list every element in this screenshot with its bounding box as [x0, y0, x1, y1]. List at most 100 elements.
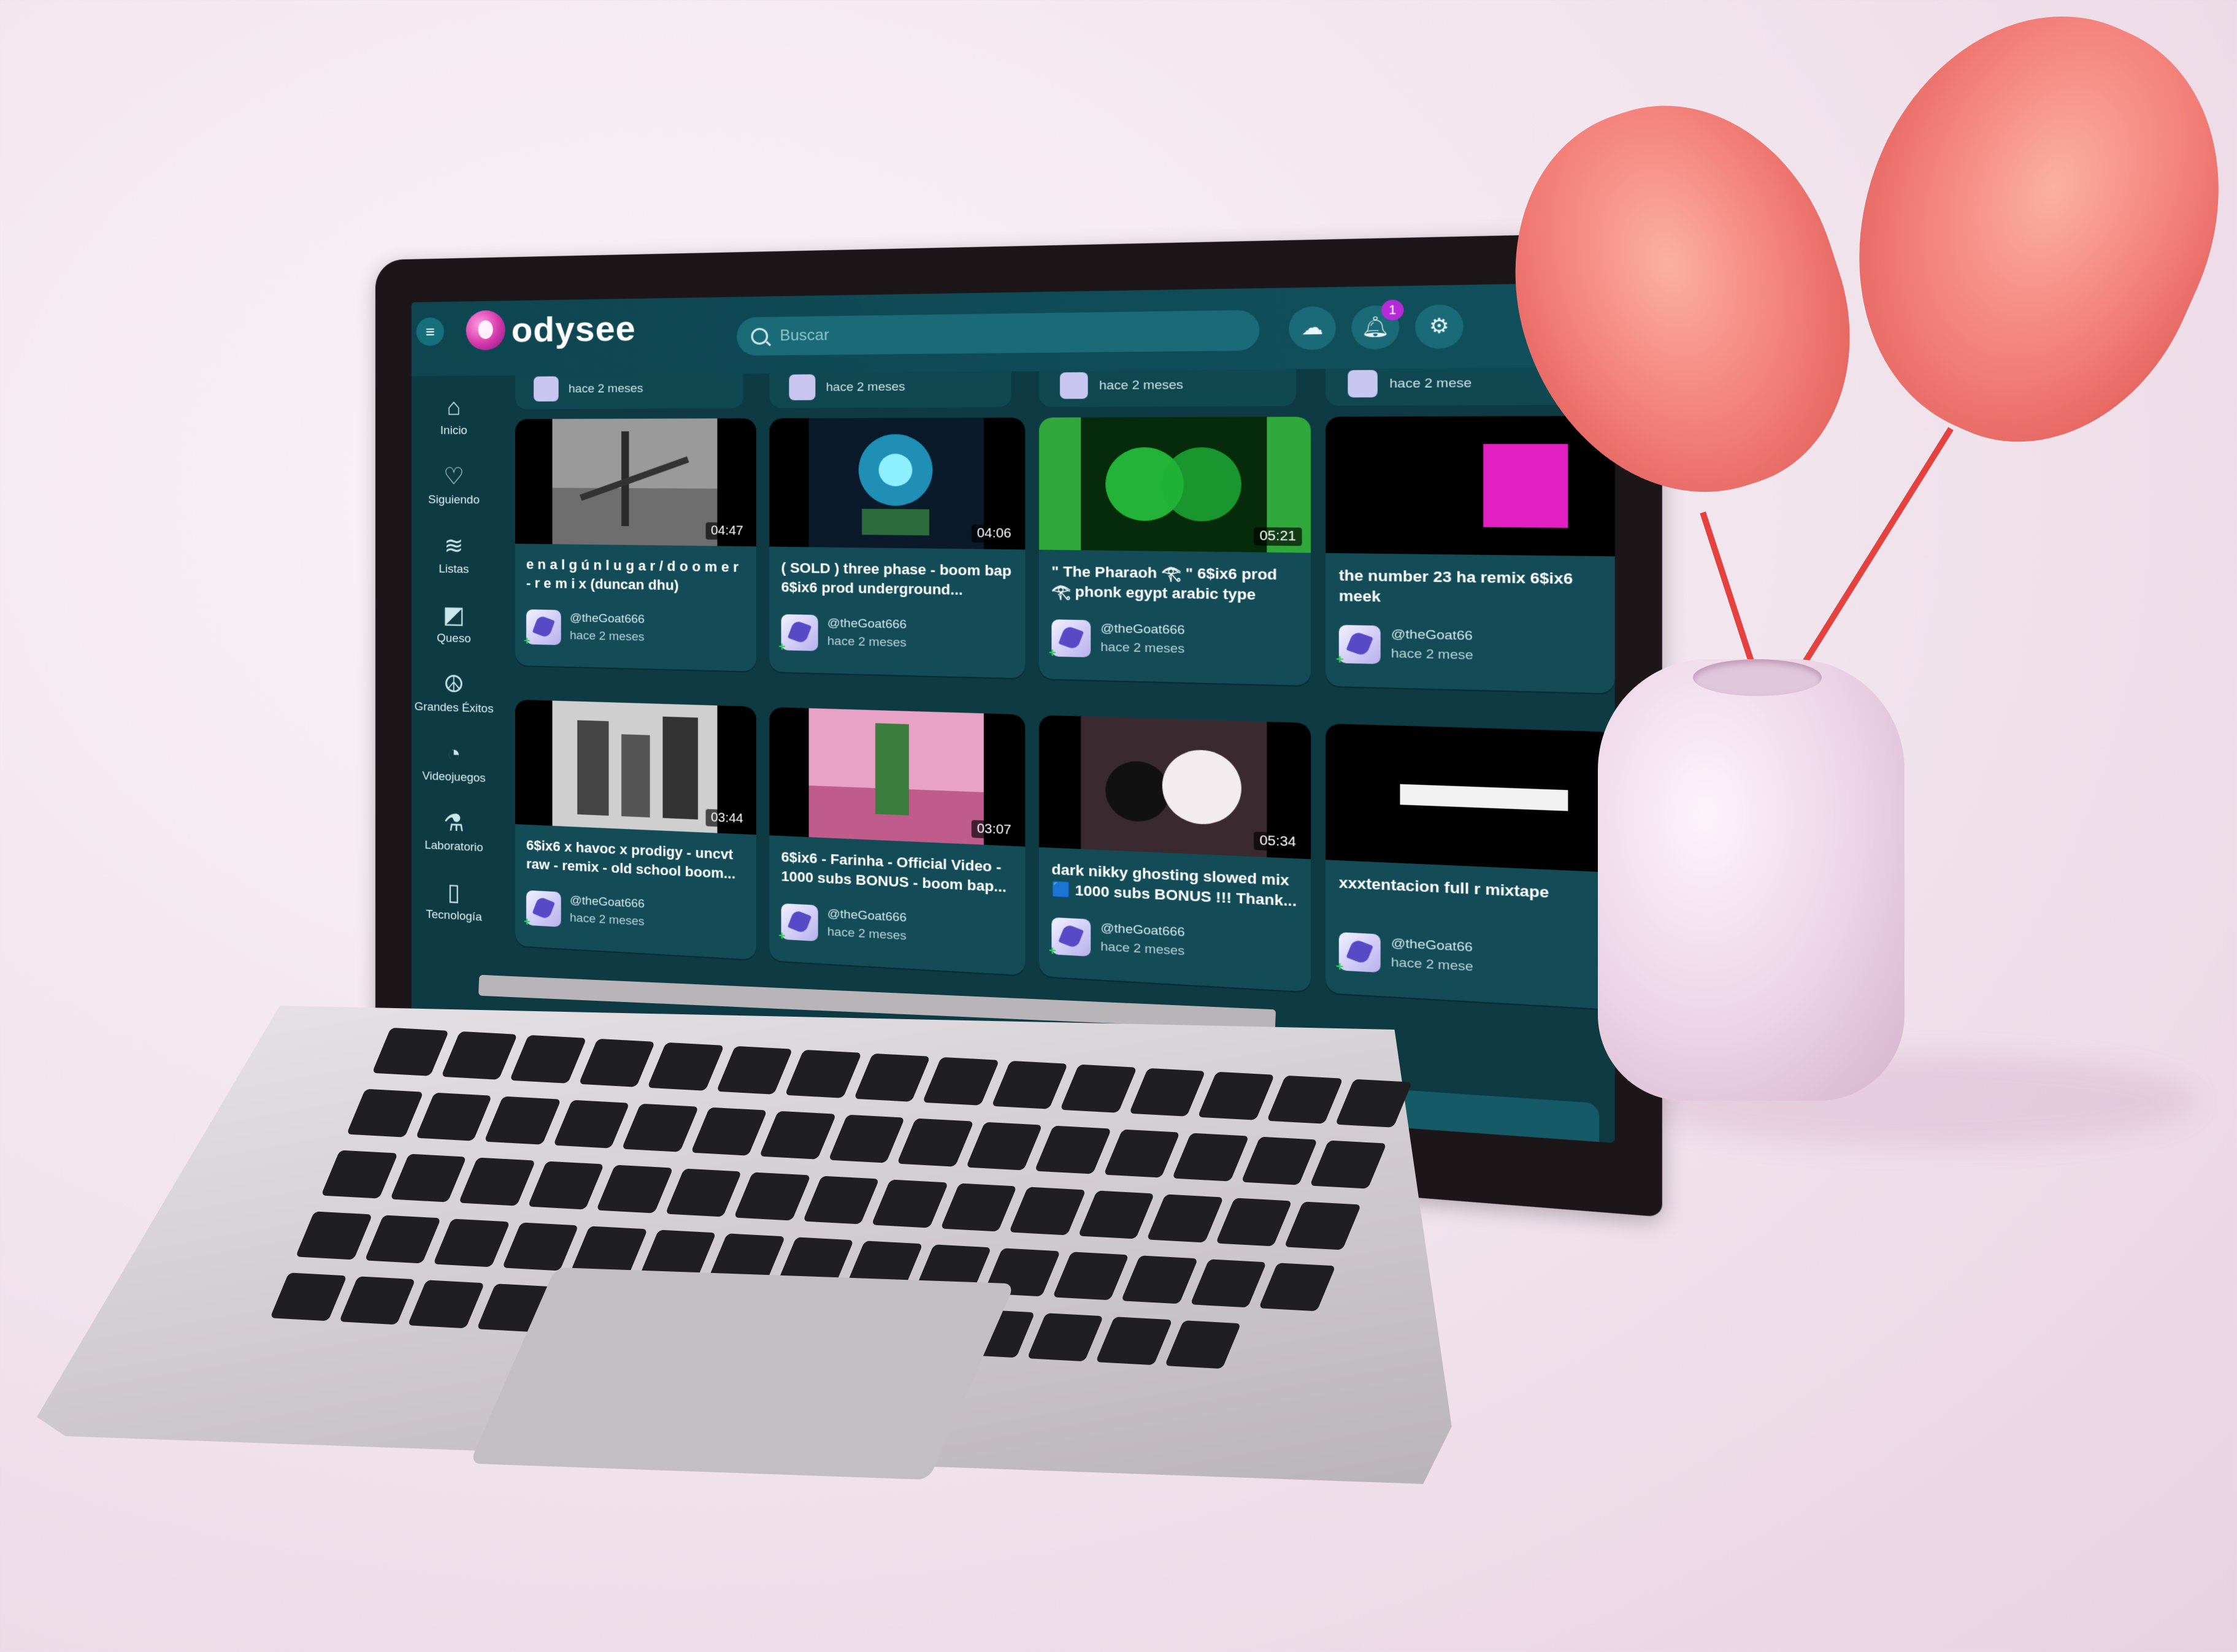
channel-name[interactable]: @theGoat666 — [827, 907, 907, 925]
channel-avatar[interactable] — [1051, 917, 1091, 957]
video-thumbnail[interactable]: 03:44 — [515, 699, 756, 835]
key — [621, 1103, 699, 1152]
avatar — [1059, 372, 1088, 399]
key — [389, 1153, 467, 1203]
video-title[interactable]: 6$ix6 x havoc x prodigy - uncvt raw - re… — [526, 836, 745, 884]
sidebar-item-inicio[interactable]: ⌂ Inicio — [412, 393, 497, 438]
video-title[interactable]: " The Pharaoh 𓂀 " 6$ix6 prod 𓂀 phonk egy… — [1051, 562, 1298, 606]
video-thumbnail[interactable]: 04:47 — [515, 418, 756, 547]
video-card[interactable]: 03:44 6$ix6 x havoc x prodigy - uncvt ra… — [515, 699, 756, 960]
avatar — [789, 374, 816, 400]
key — [647, 1042, 724, 1091]
video-card[interactable]: 03:07 6$ix6 - Farinha - Official Video -… — [769, 706, 1026, 976]
video-card[interactable]: 05:21 " The Pharaoh 𓂀 " 6$ix6 prod 𓂀 pho… — [1038, 416, 1311, 686]
avatar — [1348, 370, 1378, 398]
phone-icon: ▯ — [447, 879, 461, 906]
sidebar-item-laboratorio[interactable]: ⚗ Laboratorio — [412, 807, 497, 855]
channel-name[interactable]: @theGoat66 — [1391, 936, 1473, 956]
prev-row-card[interactable]: hace 2 meses — [515, 371, 743, 410]
search-input[interactable]: Buscar — [737, 310, 1260, 356]
vase-opening — [1693, 659, 1822, 696]
video-title[interactable]: dark nikky ghosting slowed mix 🟦 1000 su… — [1051, 860, 1298, 912]
key — [596, 1164, 673, 1214]
key — [527, 1161, 605, 1210]
video-thumbnail[interactable] — [1326, 723, 1615, 873]
menu-icon[interactable]: ≡ — [416, 317, 444, 346]
upload-time: hace 2 meses — [569, 629, 645, 644]
channel-name[interactable]: @theGoat66 — [1391, 627, 1473, 644]
sidebar-item-queso[interactable]: ◩ Queso — [412, 600, 497, 647]
channel-name[interactable]: @theGoat666 — [1100, 622, 1184, 638]
video-card[interactable]: 04:06 ( SOLD ) three phase - boom bap 6$… — [769, 417, 1026, 679]
sidebar-item-videojuegos[interactable]: ◔ Videojuegos — [412, 738, 497, 786]
bell-icon[interactable]: 🔔︎ 1 — [1351, 299, 1404, 350]
key — [734, 1172, 811, 1221]
key — [1078, 1190, 1155, 1239]
channel-name[interactable]: @theGoat666 — [827, 616, 907, 632]
key — [1164, 1320, 1241, 1369]
channel-avatar[interactable] — [1051, 619, 1091, 657]
site-logo[interactable]: odysee — [466, 307, 636, 350]
vase — [1598, 659, 1905, 1101]
time-label: hace 2 mese — [1389, 376, 1472, 391]
peace-icon: ☮ — [443, 671, 464, 698]
sidebar-item-listas[interactable]: ≋ Listas — [412, 532, 497, 577]
channel-info[interactable]: + @theGoat666 hace 2 meses — [778, 614, 1017, 661]
key — [1215, 1198, 1293, 1247]
upload-time: hace 2 meses — [827, 634, 907, 650]
channel-name[interactable]: @theGoat666 — [1100, 921, 1184, 940]
channel-avatar[interactable] — [526, 609, 561, 646]
channel-avatar[interactable] — [781, 614, 818, 651]
sidebar-item-siguiendo[interactable]: ♡ Siguiendo — [412, 462, 497, 507]
channel-info[interactable]: + @theGoat666 hace 2 meses — [778, 903, 1017, 958]
upload-icon[interactable]: ☁ — [1289, 306, 1336, 351]
key — [1009, 1187, 1086, 1236]
channel-info[interactable]: + @theGoat666 hace 2 meses — [524, 890, 748, 943]
channel-info[interactable]: + @theGoat666 hace 2 meses — [1049, 917, 1302, 974]
layers-icon: ≋ — [444, 533, 464, 559]
channel-avatar[interactable] — [526, 890, 561, 927]
key — [1103, 1129, 1181, 1178]
video-thumbnail[interactable]: 03:07 — [769, 706, 1026, 847]
video-card[interactable]: the number 23 ha remix 6$ix6 meek + @the… — [1326, 416, 1615, 694]
video-thumbnail[interactable]: 04:06 — [769, 417, 1026, 550]
prev-row-card[interactable]: hace 2 meses — [1038, 366, 1297, 407]
key — [415, 1092, 493, 1141]
key — [785, 1049, 862, 1098]
thumbnail-image — [552, 418, 718, 546]
channel-info[interactable]: + @theGoat66 hace 2 mese — [1336, 932, 1606, 991]
key — [802, 1176, 880, 1225]
sidebar-item-tecnologia[interactable]: ▯ Tecnología — [412, 876, 497, 925]
video-title[interactable]: the number 23 ha remix 6$ix6 meek — [1339, 565, 1602, 611]
channel-info[interactable]: + @theGoat666 hace 2 meses — [1049, 619, 1302, 668]
channel-avatar[interactable] — [1338, 625, 1381, 664]
channel-avatar[interactable] — [781, 903, 818, 942]
video-title[interactable]: 6$ix6 - Farinha - Official Video - 1000 … — [781, 847, 1014, 898]
video-thumbnail[interactable] — [1326, 416, 1615, 557]
video-duration: 05:34 — [1253, 832, 1302, 852]
upload-time: hace 2 meses — [1100, 640, 1185, 657]
channel-avatar[interactable] — [1338, 932, 1381, 973]
video-card[interactable]: xxxtentacion full r mixtape + @theGoat66… — [1326, 723, 1615, 1010]
channel-name[interactable]: @theGoat666 — [570, 893, 645, 911]
video-duration: 03:44 — [705, 809, 749, 828]
key — [1129, 1068, 1206, 1117]
video-thumbnail[interactable]: 05:34 — [1038, 714, 1311, 860]
video-thumbnail[interactable]: 05:21 — [1038, 416, 1311, 553]
gear-icon[interactable]: ⚙ — [1414, 304, 1464, 350]
channel-info[interactable]: + @theGoat666 hace 2 meses — [524, 609, 748, 655]
key — [1172, 1133, 1249, 1182]
key — [922, 1057, 1000, 1106]
video-title[interactable]: ( SOLD ) three phase - boom bap 6$ix6 pr… — [781, 558, 1014, 600]
plus-icon: + — [778, 640, 786, 653]
thumbnail-image — [1081, 716, 1267, 857]
channel-info[interactable]: + @theGoat66 hace 2 mese — [1336, 625, 1606, 675]
video-title[interactable]: xxxtentacion full r mixtape — [1339, 873, 1602, 927]
channel-name[interactable]: @theGoat666 — [570, 611, 645, 627]
thumbnail-image — [808, 418, 984, 549]
prev-row-card[interactable]: hace 2 meses — [769, 369, 1011, 408]
video-title[interactable]: e n a l g ú n l u g a r / d o o m e r - … — [526, 555, 745, 596]
video-card[interactable]: 04:47 e n a l g ú n l u g a r / d o o m … — [515, 418, 756, 671]
sidebar-item-grandes-exitos[interactable]: ☮ Grandes Éxitos — [412, 670, 497, 717]
video-card[interactable]: 05:34 dark nikky ghosting slowed mix 🟦 1… — [1038, 714, 1311, 992]
